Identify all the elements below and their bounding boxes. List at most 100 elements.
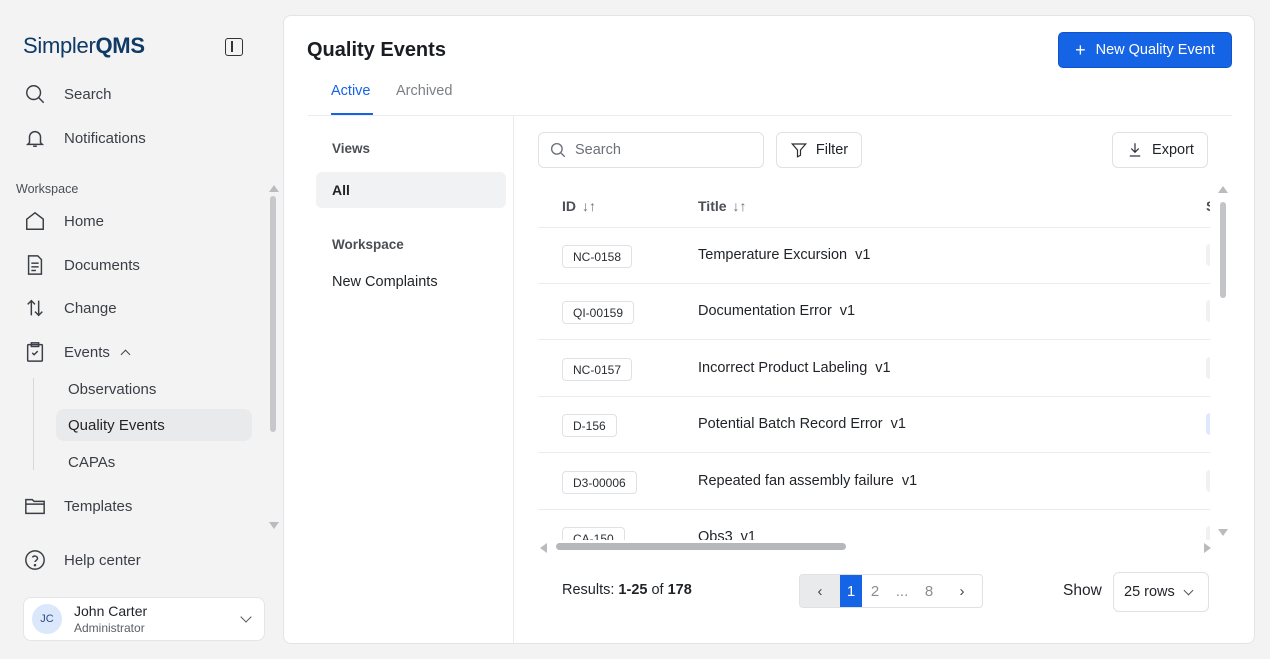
sidebar-item-events[interactable]: Events (23, 338, 131, 366)
table-scroll-left-icon[interactable] (540, 543, 547, 553)
chevron-down-icon (1183, 585, 1194, 596)
sidebar-scroll-down-icon[interactable] (269, 522, 279, 529)
id-badge: D3-00006 (562, 471, 637, 494)
id-badge: QI-00159 (562, 301, 635, 324)
sidebar-item-label: Change (64, 299, 117, 317)
filter-button[interactable]: Filter (776, 132, 862, 168)
results-count: Results: 1-25 of 178 (562, 582, 692, 598)
arrows-updown-icon (23, 296, 47, 320)
rows-per-page-select[interactable]: 25 rows (1113, 572, 1209, 612)
sidebar: SimplerQMS Search Notifications Workspac… (0, 0, 282, 659)
id-badge: CA-150 (562, 527, 625, 540)
filter-icon (790, 141, 808, 159)
user-name: John Carter (74, 603, 148, 619)
status-badge (1206, 470, 1210, 492)
status-badge (1206, 526, 1210, 540)
bell-icon (23, 126, 47, 150)
sidebar-scroll-up-icon[interactable] (269, 185, 279, 192)
views-label: Views (332, 141, 371, 156)
user-menu[interactable]: JC John Carter Administrator (23, 597, 265, 641)
id-badge: NC-0158 (562, 245, 633, 268)
export-button[interactable]: Export (1112, 132, 1208, 168)
page-button-last[interactable]: 8 (916, 575, 942, 607)
sidebar-subitem-capas[interactable]: CAPAs (56, 446, 252, 478)
sidebar-collapse-icon[interactable] (225, 38, 243, 56)
sidebar-item-help-center[interactable]: Help center (23, 546, 141, 574)
sidebar-item-search[interactable]: Search (23, 80, 112, 108)
views-panel: Views All Workspace New Complaints (308, 116, 514, 643)
search-input[interactable] (575, 142, 745, 158)
sidebar-item-label: Templates (64, 497, 133, 515)
avatar: JC (32, 604, 62, 634)
page-ellipsis: ... (895, 582, 909, 600)
sidebar-item-label: Notifications (64, 129, 146, 147)
column-header-status[interactable]: St (1206, 184, 1210, 227)
help-circle-icon (23, 548, 47, 572)
home-icon (23, 209, 47, 233)
clipboard-icon (23, 340, 47, 364)
download-icon (1126, 141, 1144, 159)
table-scroll-down-icon[interactable] (1218, 529, 1228, 536)
row-title: Obs3 v1 (698, 529, 756, 540)
chevron-up-icon (120, 349, 131, 359)
sidebar-item-label: Events (64, 343, 110, 361)
column-header-title[interactable]: Title ↓↑ (698, 184, 747, 227)
row-title: Repeated fan assembly failure v1 (698, 473, 918, 489)
tab-archived[interactable]: Archived (396, 83, 452, 99)
table-row[interactable]: D3-00006 Repeated fan assembly failure v1 (538, 454, 1210, 510)
next-page-button[interactable]: › (942, 575, 982, 607)
search-icon (23, 82, 47, 106)
table-vertical-scrollbar[interactable] (1220, 202, 1226, 298)
tab-active[interactable]: Active (331, 83, 371, 99)
sidebar-item-documents[interactable]: Documents (23, 251, 140, 279)
main-panel: Quality Events + New Quality Event Activ… (283, 15, 1255, 644)
column-header-id[interactable]: ID ↓↑ (562, 184, 596, 227)
view-all[interactable]: All (316, 172, 506, 208)
sidebar-item-home[interactable]: Home (23, 207, 104, 235)
row-title: Temperature Excursion v1 (698, 247, 871, 263)
status-badge (1206, 357, 1210, 379)
table-row[interactable]: NC-0157 Incorrect Product Labeling v1 (538, 341, 1210, 397)
row-title: Documentation Error v1 (698, 303, 856, 319)
chevron-down-icon (240, 611, 252, 623)
sort-icon: ↓↑ (732, 197, 747, 214)
status-badge (1206, 300, 1210, 322)
sidebar-item-label: Help center (64, 551, 141, 569)
table-horizontal-scrollbar[interactable] (556, 543, 846, 550)
table-row[interactable]: CA-150 Obs3 v1 (538, 510, 1210, 540)
show-label: Show (1063, 582, 1102, 599)
new-quality-event-button[interactable]: + New Quality Event (1058, 32, 1232, 68)
id-badge: D-156 (562, 414, 617, 437)
status-badge (1206, 244, 1210, 266)
logo[interactable]: SimplerQMS (23, 33, 145, 59)
table-scroll-up-icon[interactable] (1218, 186, 1228, 193)
sidebar-subitem-observations[interactable]: Observations (56, 373, 252, 405)
table-row[interactable]: D-156 Potential Batch Record Error v1 (538, 397, 1210, 453)
sidebar-subitem-quality-events[interactable]: Quality Events (56, 409, 252, 441)
prev-page-button[interactable]: ‹ (800, 575, 840, 607)
id-badge: NC-0157 (562, 358, 633, 381)
subnav-divider (33, 378, 34, 470)
page-button[interactable]: 2 (862, 575, 888, 607)
plus-icon: + (1075, 40, 1086, 60)
table-row[interactable]: QI-00159 Documentation Error v1 (538, 284, 1210, 340)
view-new-complaints[interactable]: New Complaints (332, 274, 438, 290)
status-badge (1206, 413, 1210, 435)
section-label-workspace: Workspace (16, 182, 79, 196)
sidebar-item-change[interactable]: Change (23, 294, 117, 322)
sort-icon: ↓↑ (582, 197, 596, 214)
search-icon (549, 141, 567, 159)
table-row[interactable]: NC-0158 Temperature Excursion v1 (538, 228, 1210, 284)
sidebar-item-templates[interactable]: Templates (23, 492, 132, 520)
sidebar-item-notifications[interactable]: Notifications (23, 124, 146, 152)
views-workspace-label: Workspace (332, 237, 404, 252)
table-scroll-right-icon[interactable] (1204, 543, 1211, 553)
sidebar-scrollbar[interactable] (270, 196, 276, 432)
page-button-current[interactable]: 1 (840, 575, 862, 607)
page-title: Quality Events (307, 39, 446, 61)
row-title: Potential Batch Record Error v1 (698, 416, 906, 432)
sidebar-item-label: Search (64, 85, 112, 103)
sidebar-item-label: Home (64, 212, 105, 230)
events-table: ID↓↑ Title↓↑ St NC-0158 Temperature Excu… (538, 184, 1210, 540)
search-field[interactable] (538, 132, 764, 168)
